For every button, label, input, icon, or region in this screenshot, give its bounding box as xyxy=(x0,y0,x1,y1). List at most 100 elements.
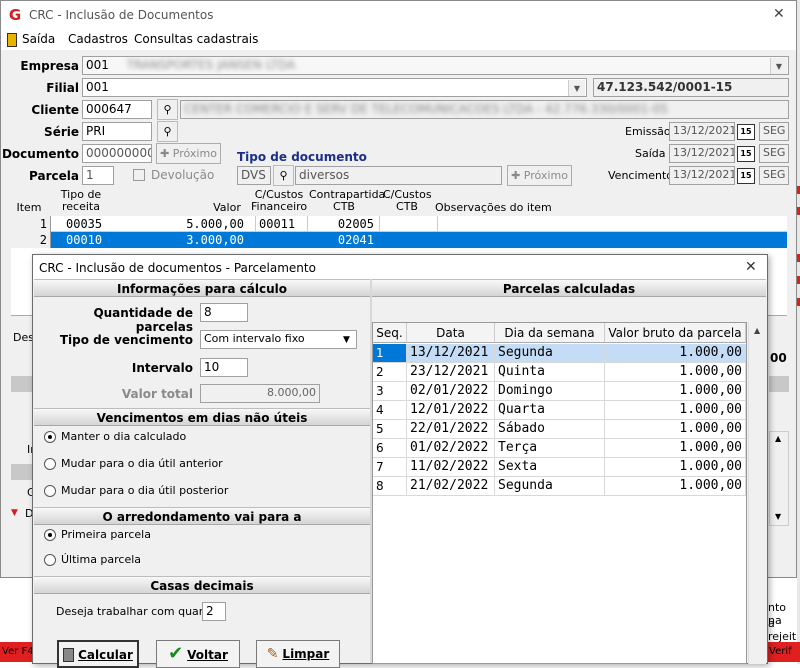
close-icon[interactable]: ✕ xyxy=(773,6,785,22)
parcelas-calculadas-header: Parcelas calculadas xyxy=(372,279,766,297)
cell-dia: Sexta xyxy=(495,458,605,477)
app-logo-icon: G xyxy=(8,6,22,24)
cell-seq: 2 xyxy=(373,363,407,382)
serie-input[interactable]: PRI xyxy=(82,122,152,141)
table-row[interactable]: 6 01/02/2022 Terça 1.000,00 xyxy=(373,439,746,458)
parcelas-scrollbar[interactable]: ▲ xyxy=(748,322,766,664)
table-row-selected[interactable]: 1 13/12/2021 Segunda 1.000,00 xyxy=(373,344,746,363)
dialog-title-bar: CRC - Inclusão de documentos - Parcelame… xyxy=(33,255,767,281)
menu-saida[interactable]: Saída xyxy=(22,32,55,46)
cell-data: 21/02/2022 xyxy=(407,477,495,496)
status-f4-badge: Ver F4-Na xyxy=(0,642,32,662)
scroll-down-icon[interactable]: ▼ xyxy=(775,512,781,521)
arredondamento-header: O arredondamento vai para a xyxy=(34,507,370,525)
cell-seq: 5 xyxy=(373,420,407,439)
cell-dia: Segunda xyxy=(495,344,605,363)
info-calculo-header: Informações para cálculo xyxy=(34,279,370,297)
cell-valor: 1.000,00 xyxy=(605,420,746,439)
casas-decimais-header: Casas decimais xyxy=(34,576,370,594)
calculator-icon xyxy=(63,648,75,662)
saida-calendar-icon[interactable]: 15 xyxy=(737,146,755,162)
table-row[interactable]: 7 11/02/2022 Sexta 1.000,00 xyxy=(373,458,746,477)
cell-data: 01/02/2022 xyxy=(407,439,495,458)
col-contrapartida: Contrapartida CTB xyxy=(309,188,386,213)
emissao-date-input[interactable]: 13/12/2021 xyxy=(669,122,735,141)
exit-door-icon xyxy=(7,33,17,47)
chevron-down-icon[interactable]: ▼ xyxy=(770,58,787,74)
radio-primeira-parcela[interactable] xyxy=(44,529,56,541)
tipo-documento-code-input[interactable]: DVS xyxy=(237,166,271,185)
scroll-up-icon[interactable]: ▲ xyxy=(754,326,760,335)
col-seq: Seq. xyxy=(373,323,407,343)
table-row[interactable]: 2 23/12/2021 Quinta 1.000,00 xyxy=(373,363,746,382)
parcela-input[interactable]: 1 xyxy=(82,166,114,185)
tipo-documento-proximo-button[interactable]: ✚ Próximo xyxy=(507,165,572,186)
radio-dia-util-anterior[interactable] xyxy=(44,458,56,470)
radio-manter-dia-label: Manter o dia calculado xyxy=(61,430,187,443)
empresa-select[interactable]: 001 TRANSPORTES JANSEN LTDA ▼ xyxy=(82,56,789,75)
cliente-code-input[interactable]: 000647 xyxy=(82,100,152,119)
cliente-search-binoculars-icon[interactable]: ⚲ xyxy=(157,99,178,120)
qtd-parcelas-input[interactable]: 8 xyxy=(200,303,248,322)
row-valor: 5.000,00 xyxy=(186,217,244,231)
menu-bar: Saída Cadastros Consultas cadastrais xyxy=(1,30,796,50)
radio-dia-util-posterior[interactable] xyxy=(44,485,56,497)
scroll-up-icon[interactable]: ▲ xyxy=(775,434,781,443)
row-cc-fin: 00011 xyxy=(255,216,305,232)
tipo-vencimento-select[interactable]: Com intervalo fixo ▼ xyxy=(200,330,357,349)
table-row[interactable]: 5 22/01/2022 Sábado 1.000,00 xyxy=(373,420,746,439)
saida-date-input[interactable]: 13/12/2021 xyxy=(669,144,735,163)
intervalo-input[interactable]: 10 xyxy=(200,358,248,377)
vencimento-calendar-icon[interactable]: 15 xyxy=(737,168,755,184)
plus-icon: ✚ xyxy=(160,147,173,160)
casas-decimais-input[interactable]: 2 xyxy=(202,602,226,621)
table-row[interactable]: 8 21/02/2022 Segunda 1.000,00 xyxy=(373,477,746,496)
cell-seq: 3 xyxy=(373,382,407,401)
radio-ultima-parcela[interactable] xyxy=(44,554,56,566)
cell-dia: Sábado xyxy=(495,420,605,439)
chevron-down-icon[interactable]: ▼ xyxy=(338,332,355,348)
filial-select[interactable]: 001 ▼ xyxy=(82,78,587,97)
col-observacoes: Observações do item xyxy=(435,201,552,214)
cell-data: 11/02/2022 xyxy=(407,458,495,477)
col-item: Item xyxy=(16,201,42,214)
casas-decimais-label: Deseja trabalhar com quantas xyxy=(56,605,223,618)
menu-consultas-cadastrais[interactable]: Consultas cadastrais xyxy=(134,32,258,46)
devolucao-checkbox[interactable] xyxy=(133,169,145,181)
devolucao-label: Devolução xyxy=(151,168,215,182)
bg-value-fragment: 00 xyxy=(770,351,787,365)
chevron-down-icon[interactable]: ▼ xyxy=(568,80,585,96)
table-row-selected[interactable]: 2 00010 3.000,00 02041 xyxy=(11,232,787,248)
cell-data: 23/12/2021 xyxy=(407,363,495,382)
table-row[interactable]: 4 12/01/2022 Quarta 1.000,00 xyxy=(373,401,746,420)
main-scrollbar[interactable]: ▲ ▼ xyxy=(769,431,789,526)
menu-cadastros[interactable]: Cadastros xyxy=(68,32,128,46)
emissao-label: Emissão xyxy=(625,125,671,138)
cell-valor: 1.000,00 xyxy=(605,439,746,458)
cell-valor: 1.000,00 xyxy=(605,382,746,401)
col-data: Data xyxy=(407,323,495,343)
table-row[interactable]: 3 02/01/2022 Domingo 1.000,00 xyxy=(373,382,746,401)
table-row[interactable]: 1 00035 5.000,00 00011 02005 xyxy=(11,216,787,232)
col-valor: Valor xyxy=(213,201,241,214)
tipo-documento-binoculars-icon[interactable]: ⚲ xyxy=(273,165,294,186)
cell-dia: Terça xyxy=(495,439,605,458)
cell-valor: 1.000,00 xyxy=(605,363,746,382)
emissao-calendar-icon[interactable]: 15 xyxy=(737,124,755,140)
empresa-label: Empresa xyxy=(20,59,79,73)
tipo-vencimento-label: Tipo de vencimento xyxy=(59,333,193,347)
cell-dia: Quinta xyxy=(495,363,605,382)
radio-dia-util-posterior-label: Mudar para o dia útil posterior xyxy=(61,484,229,497)
close-icon[interactable]: ✕ xyxy=(745,259,757,275)
bg-red-arrow-icon: ▼ xyxy=(11,508,18,518)
vencimento-date-input[interactable]: 13/12/2021 xyxy=(669,166,735,185)
row-valor: 3.000,00 xyxy=(186,233,244,247)
serie-search-binoculars-icon[interactable]: ⚲ xyxy=(157,121,178,142)
items-grid-header: Item Tipo de receita Valor C/Custos Fina… xyxy=(11,189,787,216)
documento-input[interactable]: 0000000001 xyxy=(82,144,152,163)
radio-manter-dia[interactable] xyxy=(44,431,56,443)
bg-note-2: a rejeit xyxy=(768,617,797,643)
documento-proximo-button[interactable]: ✚ Próximo xyxy=(156,143,221,164)
cell-valor: 1.000,00 xyxy=(605,344,746,363)
intervalo-label: Intervalo xyxy=(131,361,193,375)
